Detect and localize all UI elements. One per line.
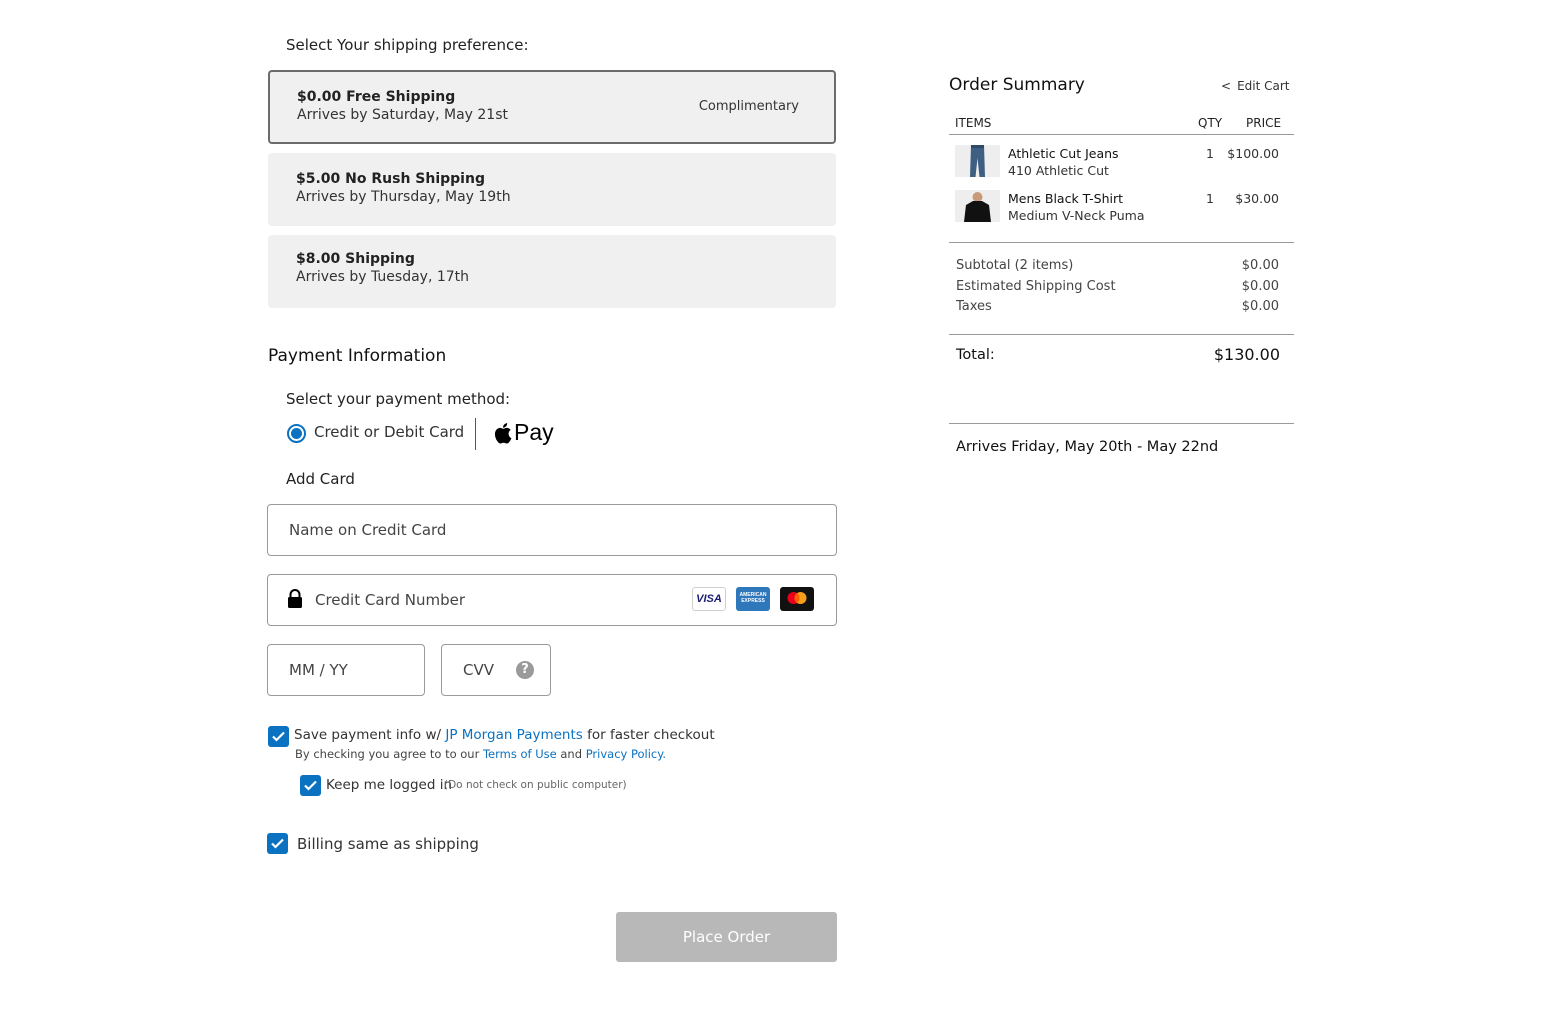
- apple-logo-icon: [494, 423, 512, 444]
- shipping-cost-value: $0.00: [1241, 279, 1279, 294]
- privacy-link[interactable]: Privacy Policy.: [586, 747, 666, 761]
- taxes-value: $0.00: [1241, 299, 1279, 314]
- total-value: $130.00: [1213, 345, 1280, 364]
- visa-text: VISA: [696, 593, 722, 605]
- method-divider: [475, 418, 476, 450]
- item-name: Athletic Cut Jeans: [1008, 146, 1119, 161]
- shipping-option-no-rush[interactable]: $5.00 No Rush Shipping Arrives by Thursd…: [268, 153, 836, 226]
- card-radio-dot: [291, 428, 302, 439]
- mastercard-icon: [780, 587, 814, 611]
- jp-morgan-link[interactable]: JP Morgan Payments: [445, 727, 582, 743]
- visa-icon: VISA: [692, 587, 726, 611]
- subtotal-label: Subtotal (2 items): [956, 258, 1074, 273]
- place-order-button[interactable]: Place Order: [616, 912, 837, 962]
- keep-logged-in-label: Keep me logged in: [326, 777, 453, 793]
- shipping-option-subtitle: Arrives by Thursday, May 19th: [296, 189, 511, 205]
- shipping-option-tag: Complimentary: [698, 99, 799, 114]
- agreement-prefix: By checking you agree to to our: [295, 747, 483, 761]
- keep-logged-in-checkbox[interactable]: [300, 775, 321, 796]
- table-row: Mens Black T-Shirt Medium V-Neck Puma 1 …: [955, 190, 1285, 226]
- shipping-option-subtitle: Arrives by Saturday, May 21st: [297, 107, 508, 123]
- expiry-placeholder: MM / YY: [289, 661, 348, 679]
- shipping-option-standard[interactable]: $8.00 Shipping Arrives by Tuesday, 17th: [268, 235, 836, 308]
- item-variant: 410 Athletic Cut: [1008, 163, 1109, 178]
- items-divider: [949, 242, 1294, 243]
- apple-pay-option[interactable]: Pay: [494, 419, 556, 448]
- order-summary-title: Order Summary: [949, 75, 1085, 95]
- card-radio[interactable]: [287, 424, 306, 443]
- apple-pay-text: Pay: [514, 419, 554, 445]
- tshirt-thumbnail: [955, 190, 1000, 222]
- shipping-option-free[interactable]: $0.00 Free Shipping Arrives by Saturday,…: [268, 70, 836, 144]
- payment-heading: Payment Information: [268, 346, 447, 366]
- shipping-option-title: $5.00 No Rush Shipping: [296, 171, 485, 187]
- chevron-left-icon: <: [1221, 79, 1232, 93]
- item-price: $100.00: [1227, 146, 1279, 161]
- arrival-divider: [949, 423, 1294, 424]
- payment-method-label: Select your payment method:: [286, 390, 511, 408]
- terms-link[interactable]: Terms of Use: [483, 747, 557, 761]
- help-icon[interactable]: ?: [516, 661, 534, 679]
- amex-text: AMERICAN EXPRESS: [739, 592, 767, 604]
- card-number-placeholder: Credit Card Number: [315, 591, 465, 609]
- edit-cart-link[interactable]: < Edit Cart: [1221, 79, 1290, 93]
- shipping-heading: Select Your shipping preference:: [286, 36, 529, 54]
- subtotal-value: $0.00: [1241, 258, 1279, 273]
- item-variant: Medium V-Neck Puma: [1008, 208, 1145, 223]
- taxes-label: Taxes: [956, 299, 992, 314]
- checkmark-icon: [272, 731, 285, 742]
- expiry-field[interactable]: MM / YY: [267, 644, 425, 696]
- save-payment-checkbox[interactable]: [268, 726, 289, 747]
- name-on-card-placeholder: Name on Credit Card: [289, 521, 447, 539]
- cvv-placeholder: CVV: [463, 661, 494, 679]
- col-price-header: PRICE: [1246, 116, 1282, 130]
- col-items-header: ITEMS: [955, 116, 992, 130]
- amex-icon: AMERICAN EXPRESS: [736, 587, 770, 611]
- table-row: Athletic Cut Jeans 410 Athletic Cut 1 $1…: [955, 145, 1285, 181]
- edit-cart-label: Edit Cart: [1237, 79, 1290, 93]
- add-card-label: Add Card: [286, 470, 355, 488]
- checkmark-icon: [271, 838, 284, 849]
- col-qty-header: QTY: [1198, 116, 1223, 130]
- item-qty: 1: [1206, 191, 1214, 206]
- item-price: $30.00: [1235, 191, 1279, 206]
- arrival-estimate: Arrives Friday, May 20th - May 22nd: [956, 439, 1219, 455]
- save-payment-suffix: for faster checkout: [582, 727, 715, 743]
- save-payment-prefix: Save payment info w/: [294, 727, 446, 743]
- card-option-label[interactable]: Credit or Debit Card: [314, 423, 464, 441]
- item-qty: 1: [1206, 146, 1214, 161]
- total-label: Total:: [956, 347, 995, 363]
- shipping-cost-label: Estimated Shipping Cost: [956, 279, 1116, 294]
- agreement-text: By checking you agree to to our Terms of…: [295, 747, 666, 761]
- item-name: Mens Black T-Shirt: [1008, 191, 1124, 206]
- shipping-option-title: $8.00 Shipping: [296, 251, 415, 267]
- place-order-label: Place Order: [682, 928, 771, 946]
- shipping-option-subtitle: Arrives by Tuesday, 17th: [296, 269, 470, 285]
- agreement-and: and: [556, 747, 586, 761]
- card-number-field[interactable]: Credit Card Number VISA AMERICAN EXPRESS: [267, 574, 837, 626]
- jeans-thumbnail: [955, 145, 1000, 177]
- lock-icon: [288, 589, 302, 608]
- billing-same-label: Billing same as shipping: [297, 835, 479, 853]
- cvv-field[interactable]: CVV ?: [441, 644, 551, 696]
- billing-same-checkbox[interactable]: [267, 833, 288, 854]
- keep-logged-in-note: (Do not check on public computer): [444, 779, 627, 791]
- totals-divider: [949, 334, 1294, 335]
- table-header-divider: [949, 134, 1294, 135]
- shipping-option-title: $0.00 Free Shipping: [297, 89, 456, 105]
- checkmark-icon: [304, 780, 317, 791]
- name-on-card-field[interactable]: Name on Credit Card: [267, 504, 837, 556]
- save-payment-label: Save payment info w/ JP Morgan Payments …: [294, 727, 715, 743]
